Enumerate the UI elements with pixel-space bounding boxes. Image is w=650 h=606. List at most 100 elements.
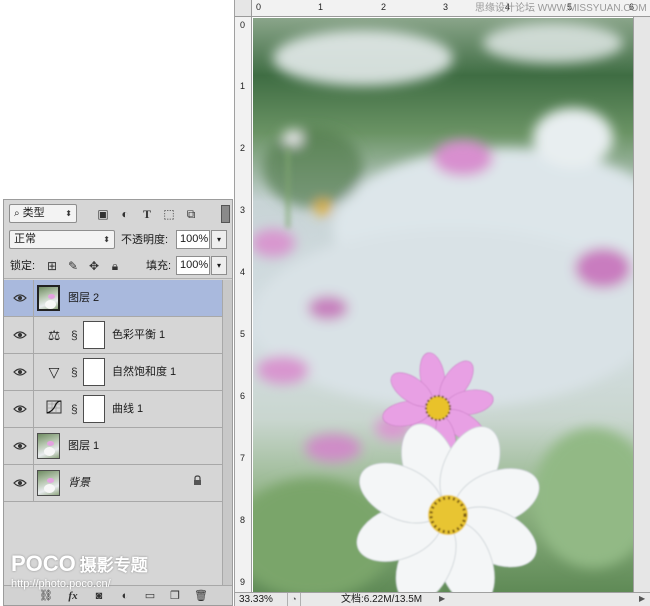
- filter-toggle-switch[interactable]: [221, 205, 230, 223]
- layer-name: 图层 2: [68, 292, 100, 304]
- lock-paint-icon[interactable]: ✎: [66, 259, 80, 273]
- lock-icon: [193, 475, 202, 489]
- eye-icon[interactable]: [13, 367, 27, 377]
- chain-link-icon[interactable]: §: [71, 401, 79, 417]
- ruler-tick-label: 0: [240, 20, 246, 30]
- ruler-tick-label: 3: [443, 2, 449, 12]
- new-group-icon[interactable]: ▭: [142, 589, 158, 603]
- document-window: 0 1 2 3 4 5 6 思缘设计论坛 WWW.MISSYUAN.COM 0 …: [234, 0, 650, 606]
- watermark-logo-cn: 摄影专题: [79, 556, 148, 575]
- eye-icon[interactable]: [13, 293, 27, 303]
- blend-mode-row: 正常 ⬍ 不透明度: 100% ▾: [4, 227, 232, 253]
- layer-name: 背景: [68, 477, 90, 489]
- vertical-ruler[interactable]: 0 1 2 3 4 5 6 7 8 9: [235, 17, 252, 592]
- lock-fill-row: 锁定: ⊞ ✎ ✥ 🔒︎ 填充: 100% ▾: [4, 253, 232, 279]
- ruler-tick-label: 8: [240, 515, 246, 525]
- type-filter-icon[interactable]: T: [140, 207, 154, 221]
- ruler-tick-label: 0: [256, 2, 262, 12]
- ruler-tick-label: 3: [240, 205, 246, 215]
- lock-position-icon[interactable]: ✥: [87, 259, 101, 273]
- eye-icon[interactable]: [13, 441, 27, 451]
- layer-row-curves[interactable]: § 曲线 1: [4, 391, 222, 428]
- ruler-tick-label: 9: [240, 577, 246, 587]
- ruler-tick-label: 1: [318, 2, 324, 12]
- updown-arrow-icon: ⬍: [103, 235, 110, 244]
- curves-icon: [44, 400, 64, 418]
- opacity-input[interactable]: 100%: [176, 230, 210, 249]
- ruler-origin[interactable]: [235, 0, 252, 17]
- filter-kind-select[interactable]: ⌕ 类型 ⬍: [9, 204, 77, 223]
- layer-thumbnail: [37, 433, 60, 459]
- layer-row-color-balance[interactable]: ⚖ § 色彩平衡 1: [4, 317, 222, 354]
- fill-dropdown-button[interactable]: ▾: [211, 256, 227, 275]
- lock-transparent-icon[interactable]: ⊞: [45, 259, 59, 273]
- smart-object-filter-icon[interactable]: ⧉: [184, 207, 198, 221]
- updown-arrow-icon: ⬍: [65, 209, 72, 218]
- opacity-dropdown-button[interactable]: ▾: [211, 230, 227, 249]
- layer-mask-thumbnail[interactable]: [83, 395, 105, 423]
- watermark-logo: POCO: [11, 551, 76, 576]
- eye-icon[interactable]: [13, 330, 27, 340]
- watermark-url: http://photo.poco.cn/: [11, 578, 111, 590]
- ruler-tick-label: 2: [381, 2, 387, 12]
- layers-scrollbar[interactable]: [222, 280, 232, 585]
- document-size-info[interactable]: 文档:6.22M/13.5M: [341, 594, 422, 606]
- layer-name: 图层 1: [68, 440, 100, 452]
- new-layer-icon[interactable]: ❐: [167, 589, 183, 603]
- blend-mode-label: 正常: [14, 233, 36, 245]
- ruler-tick-label: 5: [240, 329, 246, 339]
- opacity-label: 不透明度:: [121, 234, 169, 246]
- fill-input[interactable]: 100%: [176, 256, 210, 275]
- adjustment-filter-icon[interactable]: ◐: [118, 207, 132, 221]
- ruler-tick-label: 6: [240, 391, 246, 401]
- layer-row-vibrance[interactable]: ▽ § 自然饱和度 1: [4, 354, 222, 391]
- link-layers-icon[interactable]: ⛓: [38, 589, 54, 603]
- layer-name: 曲线 1: [112, 403, 144, 415]
- eye-icon[interactable]: [13, 404, 27, 414]
- layer-row-layer-1[interactable]: 图层 1: [4, 428, 222, 465]
- layer-row-background[interactable]: 背景: [4, 465, 222, 502]
- status-bar: 33.33% ◔ 文档:6.22M/13.5M ▶ ▶: [235, 592, 650, 606]
- vibrance-icon: ▽: [48, 364, 60, 380]
- site-watermark-text: 思缘设计论坛 WWW.MISSYUAN.COM: [475, 3, 647, 14]
- vertical-scrollbar[interactable]: [633, 17, 650, 592]
- filter-kind-label: 类型: [22, 207, 45, 219]
- eye-icon[interactable]: [13, 478, 27, 488]
- chain-link-icon[interactable]: §: [71, 364, 79, 380]
- cosmos-flower-photo: [253, 23, 633, 592]
- chain-link-icon[interactable]: §: [71, 327, 79, 343]
- layer-row-layer-2[interactable]: 图层 2: [4, 280, 222, 317]
- layer-style-fx-icon[interactable]: fx: [65, 589, 81, 603]
- status-menu-arrow-icon[interactable]: ▶: [439, 594, 445, 603]
- layers-list: 图层 2 ⚖ § 色彩平衡 1 ▽ § 自然饱和度 1 § 曲线 1 图层 1 …: [4, 280, 222, 502]
- ruler-tick-label: 2: [240, 143, 246, 153]
- layer-name: 自然饱和度 1: [112, 366, 177, 378]
- layers-panel: ⌕ 类型 ⬍ ▣ ◐ T ⬚ ⧉ 正常 ⬍ 不透明度: 100% ▾ 锁定: ⊞…: [3, 199, 233, 606]
- layer-thumbnail: [37, 470, 60, 496]
- layer-mask-thumbnail[interactable]: [83, 358, 105, 386]
- add-mask-icon[interactable]: ◙: [91, 589, 107, 603]
- navigator-icon[interactable]: ◔: [287, 593, 301, 606]
- layer-name: 色彩平衡 1: [112, 329, 166, 341]
- lock-label: 锁定:: [10, 260, 36, 272]
- fill-label: 填充:: [146, 260, 172, 272]
- ruler-tick-label: 7: [240, 453, 246, 463]
- layer-mask-thumbnail[interactable]: [83, 321, 105, 349]
- color-balance-icon: ⚖: [47, 327, 61, 343]
- image-canvas[interactable]: [253, 18, 633, 592]
- lock-all-icon[interactable]: 🔒︎: [108, 259, 122, 273]
- ruler-tick-label: 4: [240, 267, 246, 277]
- delete-layer-icon[interactable]: 🗑︎: [193, 589, 209, 603]
- shape-filter-icon[interactable]: ⬚: [162, 207, 176, 221]
- image-filter-icon[interactable]: ▣: [96, 207, 110, 221]
- blend-mode-select[interactable]: 正常 ⬍: [9, 230, 115, 249]
- layer-thumbnail: [37, 285, 60, 311]
- poco-watermark: POCO 摄影专题 http://photo.poco.cn/: [11, 551, 211, 591]
- new-adjustment-icon[interactable]: ◐: [117, 589, 133, 603]
- horizontal-ruler[interactable]: 0 1 2 3 4 5 6 思缘设计论坛 WWW.MISSYUAN.COM: [235, 0, 650, 17]
- search-icon: ⌕: [14, 208, 20, 219]
- ruler-tick-label: 1: [240, 81, 246, 91]
- zoom-level[interactable]: 33.33%: [239, 594, 273, 606]
- scroll-right-arrow-icon[interactable]: ▶: [639, 594, 645, 603]
- layer-filter-row: ⌕ 类型 ⬍ ▣ ◐ T ⬚ ⧉: [4, 200, 232, 227]
